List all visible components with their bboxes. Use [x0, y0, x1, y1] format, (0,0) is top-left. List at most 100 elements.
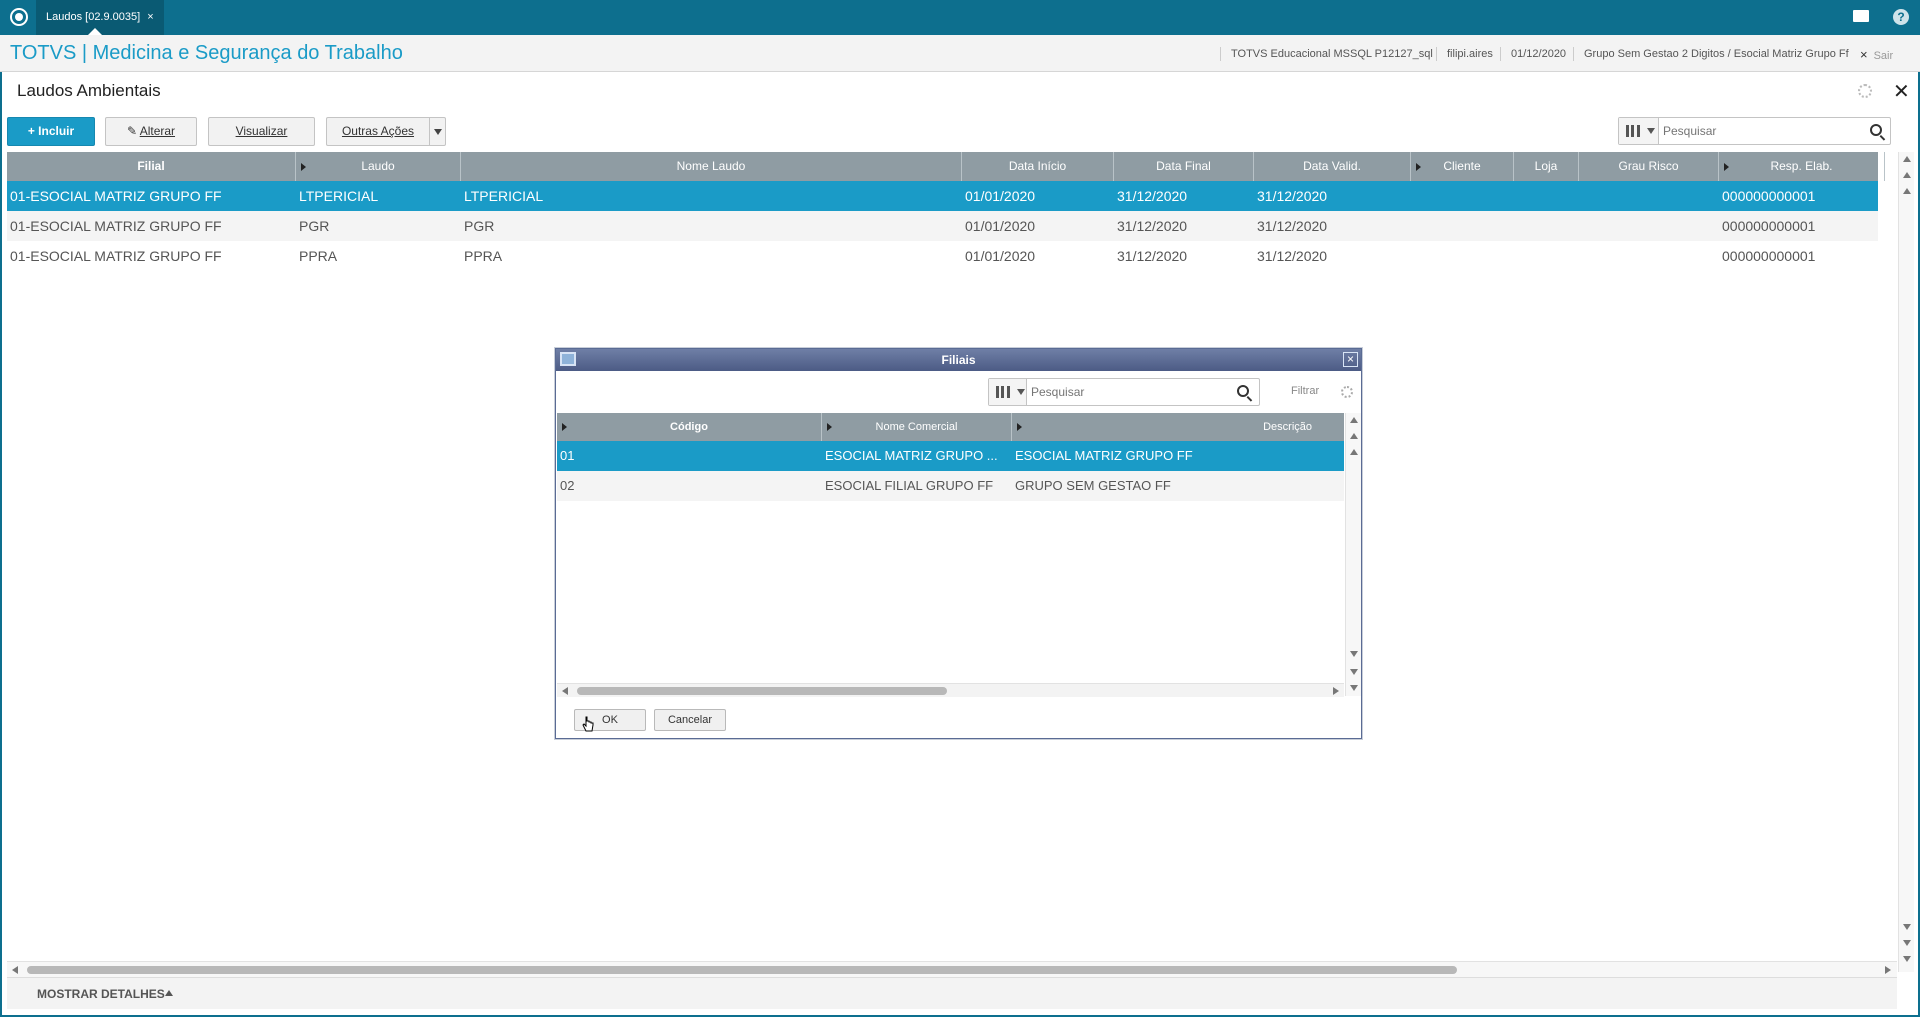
grid-horizontal-scrollbar[interactable]	[7, 961, 1897, 977]
col-laudo[interactable]: Laudo	[296, 152, 461, 181]
tab-close-icon[interactable]: ×	[147, 11, 153, 23]
scroll-bottom-icon[interactable]	[1350, 685, 1358, 691]
col-data-inicio[interactable]: Data Início	[962, 152, 1114, 181]
pencil-icon: ✎	[126, 124, 140, 138]
scroll-page-down-icon[interactable]	[1350, 669, 1358, 675]
cell-data-final: 31/12/2020	[1117, 218, 1188, 234]
columns-selector[interactable]	[989, 379, 1027, 405]
scroll-thumb[interactable]	[27, 966, 1457, 974]
cell-descricao: ESOCIAL MATRIZ GRUPO FF	[1015, 448, 1193, 463]
incluir-button[interactable]: + Incluir	[7, 117, 95, 146]
grid-header: Filial Laudo Nome Laudo Data Início Data…	[7, 152, 1885, 181]
hand-cursor-icon	[582, 716, 594, 732]
scroll-right-icon[interactable]	[1333, 687, 1339, 695]
dialog-close-icon[interactable]: ×	[1343, 352, 1358, 367]
totvs-logo-icon[interactable]	[10, 8, 28, 26]
dialog-horizontal-scrollbar[interactable]	[557, 683, 1344, 697]
tab-laudos[interactable]: Laudos [02.9.0035] ×	[36, 0, 164, 35]
visualizar-label: Visualizar	[235, 124, 288, 138]
col-resp-elab[interactable]: Resp. Elab.	[1719, 152, 1885, 181]
scroll-top-icon[interactable]	[1350, 449, 1358, 455]
show-details-button[interactable]: MOSTRAR DETALHES	[37, 987, 165, 1001]
scroll-top-icon[interactable]	[1903, 188, 1911, 194]
chevron-down-icon[interactable]	[429, 118, 445, 145]
grid-vertical-scrollbar[interactable]	[1898, 152, 1914, 972]
scroll-page-down-icon[interactable]	[1903, 940, 1911, 946]
table-row[interactable]: 01-ESOCIAL MATRIZ GRUPO FF LTPERICIAL LT…	[7, 181, 1898, 211]
exit-label: Sair	[1873, 50, 1894, 62]
cell-resp-elab: 000000000001	[1722, 218, 1816, 234]
col-loja[interactable]: Loja	[1514, 152, 1579, 181]
cell-nome-laudo: PPRA	[464, 248, 503, 264]
close-icon[interactable]: ✕	[1893, 79, 1910, 104]
scroll-down-icon[interactable]	[1903, 924, 1911, 930]
page-title: Laudos Ambientais	[17, 81, 161, 100]
table-row[interactable]: 01-ESOCIAL MATRIZ GRUPO FF PGR PGR 01/01…	[7, 211, 1878, 241]
scroll-left-icon[interactable]	[12, 966, 18, 974]
col-descricao[interactable]: Descrição	[1012, 413, 1344, 441]
col-codigo[interactable]: Código	[557, 413, 822, 441]
company-info: Grupo Sem Gestao 2 Digitos / Esocial Mat…	[1573, 47, 1849, 61]
app-header: TOTVS | Medicina e Segurança do Trabalho…	[0, 35, 1920, 72]
col-nome-laudo[interactable]: Nome Laudo	[461, 152, 962, 181]
col-grau-risco[interactable]: Grau Risco	[1579, 152, 1719, 181]
scroll-left-icon[interactable]	[562, 687, 568, 695]
exit-button[interactable]: × Sair	[1860, 47, 1893, 62]
scroll-up-icon[interactable]	[1350, 417, 1358, 423]
col-cliente[interactable]: Cliente	[1411, 152, 1514, 181]
cell-nome-laudo: LTPERICIAL	[464, 188, 544, 204]
columns-selector[interactable]	[1619, 118, 1659, 144]
cell-extra: L.T	[1881, 188, 1898, 204]
filter-button[interactable]: Filtrar	[1291, 385, 1319, 397]
cell-nome-comercial: ESOCIAL MATRIZ GRUPO ...	[825, 448, 998, 463]
dialog-search	[988, 378, 1260, 406]
outras-acoes-label: Outras Ações	[341, 124, 415, 138]
search-icon[interactable]	[1870, 124, 1882, 136]
user-info: filipi.aires	[1436, 47, 1493, 61]
cell-data-valid: 31/12/2020	[1257, 248, 1328, 264]
outras-acoes-button[interactable]: Outras Ações	[326, 117, 446, 146]
expand-icon	[1724, 163, 1729, 171]
cell-codigo: 02	[560, 478, 575, 493]
chevron-up-icon[interactable]	[165, 990, 173, 996]
table-row[interactable]: 01-ESOCIAL MATRIZ GRUPO FF PPRA PPRA 01/…	[7, 241, 1878, 271]
columns-icon	[1626, 125, 1640, 137]
cancel-button[interactable]: Cancelar	[654, 709, 726, 731]
dialog-vertical-scrollbar[interactable]	[1345, 413, 1361, 696]
col-filial[interactable]: Filial	[7, 152, 296, 181]
dialog-titlebar: Filiais ×	[556, 349, 1361, 371]
dialog-search-input[interactable]	[1031, 382, 1221, 402]
scroll-page-up-icon[interactable]	[1903, 172, 1911, 178]
list-item[interactable]: 02 ESOCIAL FILIAL GRUPO FF GRUPO SEM GES…	[557, 471, 1344, 501]
col-data-final[interactable]: Data Final	[1114, 152, 1254, 181]
cell-data-final: 31/12/2020	[1117, 248, 1188, 264]
search-input[interactable]	[1663, 121, 1863, 141]
gear-icon[interactable]	[1341, 386, 1353, 398]
mail-icon[interactable]	[1853, 10, 1869, 22]
gear-icon[interactable]	[1858, 84, 1872, 98]
visualizar-button[interactable]: Visualizar	[208, 117, 315, 146]
scroll-thumb[interactable]	[577, 687, 947, 695]
cell-data-final: 31/12/2020	[1117, 188, 1188, 204]
app-title: TOTVS | Medicina e Segurança do Trabalho	[10, 42, 403, 64]
cell-resp-elab: 000000000001	[1722, 188, 1816, 204]
tab-label: Laudos [02.9.0035]	[46, 11, 141, 23]
alterar-button[interactable]: ✎ Alterar	[105, 117, 197, 146]
scroll-down-icon[interactable]	[1350, 651, 1358, 657]
help-icon[interactable]: ?	[1893, 9, 1909, 25]
scroll-page-up-icon[interactable]	[1350, 433, 1358, 439]
scroll-right-icon[interactable]	[1885, 966, 1891, 974]
cell-data-valid: 31/12/2020	[1257, 188, 1328, 204]
cell-laudo: PPRA	[299, 248, 338, 264]
cell-filial: 01-ESOCIAL MATRIZ GRUPO FF	[10, 248, 222, 264]
list-item[interactable]: 01 ESOCIAL MATRIZ GRUPO ... ESOCIAL MATR…	[557, 441, 1344, 471]
scroll-up-icon[interactable]	[1903, 156, 1911, 162]
search-icon[interactable]	[1237, 385, 1249, 397]
alterar-label: Alterar	[139, 124, 176, 138]
cell-data-inicio: 01/01/2020	[965, 218, 1036, 234]
col-data-valid[interactable]: Data Valid.	[1254, 152, 1411, 181]
cell-laudo: LTPERICIAL	[299, 188, 379, 204]
footer-bar: MOSTRAR DETALHES	[7, 977, 1897, 1009]
scroll-bottom-icon[interactable]	[1903, 956, 1911, 962]
col-nome-comercial[interactable]: Nome Comercial	[822, 413, 1012, 441]
